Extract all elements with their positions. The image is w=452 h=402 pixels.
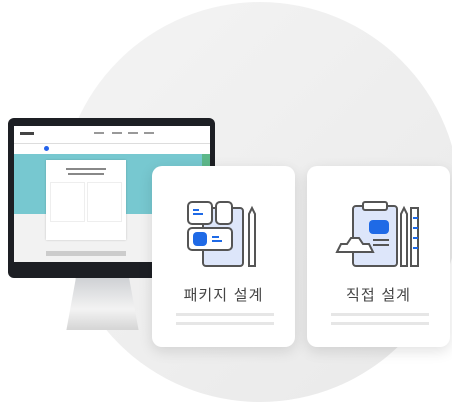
screen-nav-item: [112, 132, 122, 134]
placeholder-line: [331, 313, 429, 316]
step-dot: [44, 146, 49, 151]
screen-nav-item: [144, 132, 154, 134]
screen-panel: [46, 160, 126, 240]
screen-nav-item: [128, 132, 138, 134]
clipboard-design-icon: [335, 201, 419, 267]
screen-steps: [14, 144, 210, 154]
card-label: 직접 설계: [346, 286, 411, 304]
package-design-icon: [187, 201, 256, 267]
screen-button: [46, 251, 126, 256]
screen-nav: [14, 126, 210, 144]
package-design-card[interactable]: 패키지 설계: [152, 166, 295, 347]
placeholder-line: [176, 322, 274, 325]
placeholder-line: [176, 313, 274, 316]
panel-option: [87, 182, 122, 222]
panel-text-line: [68, 173, 104, 175]
placeholder-line: [331, 322, 429, 325]
card-label: 패키지 설계: [183, 286, 264, 304]
panel-text-line: [66, 168, 106, 170]
screen-nav-item: [94, 132, 104, 134]
direct-design-card[interactable]: 직접 설계: [307, 166, 450, 347]
panel-option: [50, 182, 85, 222]
screen-logo: [20, 132, 34, 135]
